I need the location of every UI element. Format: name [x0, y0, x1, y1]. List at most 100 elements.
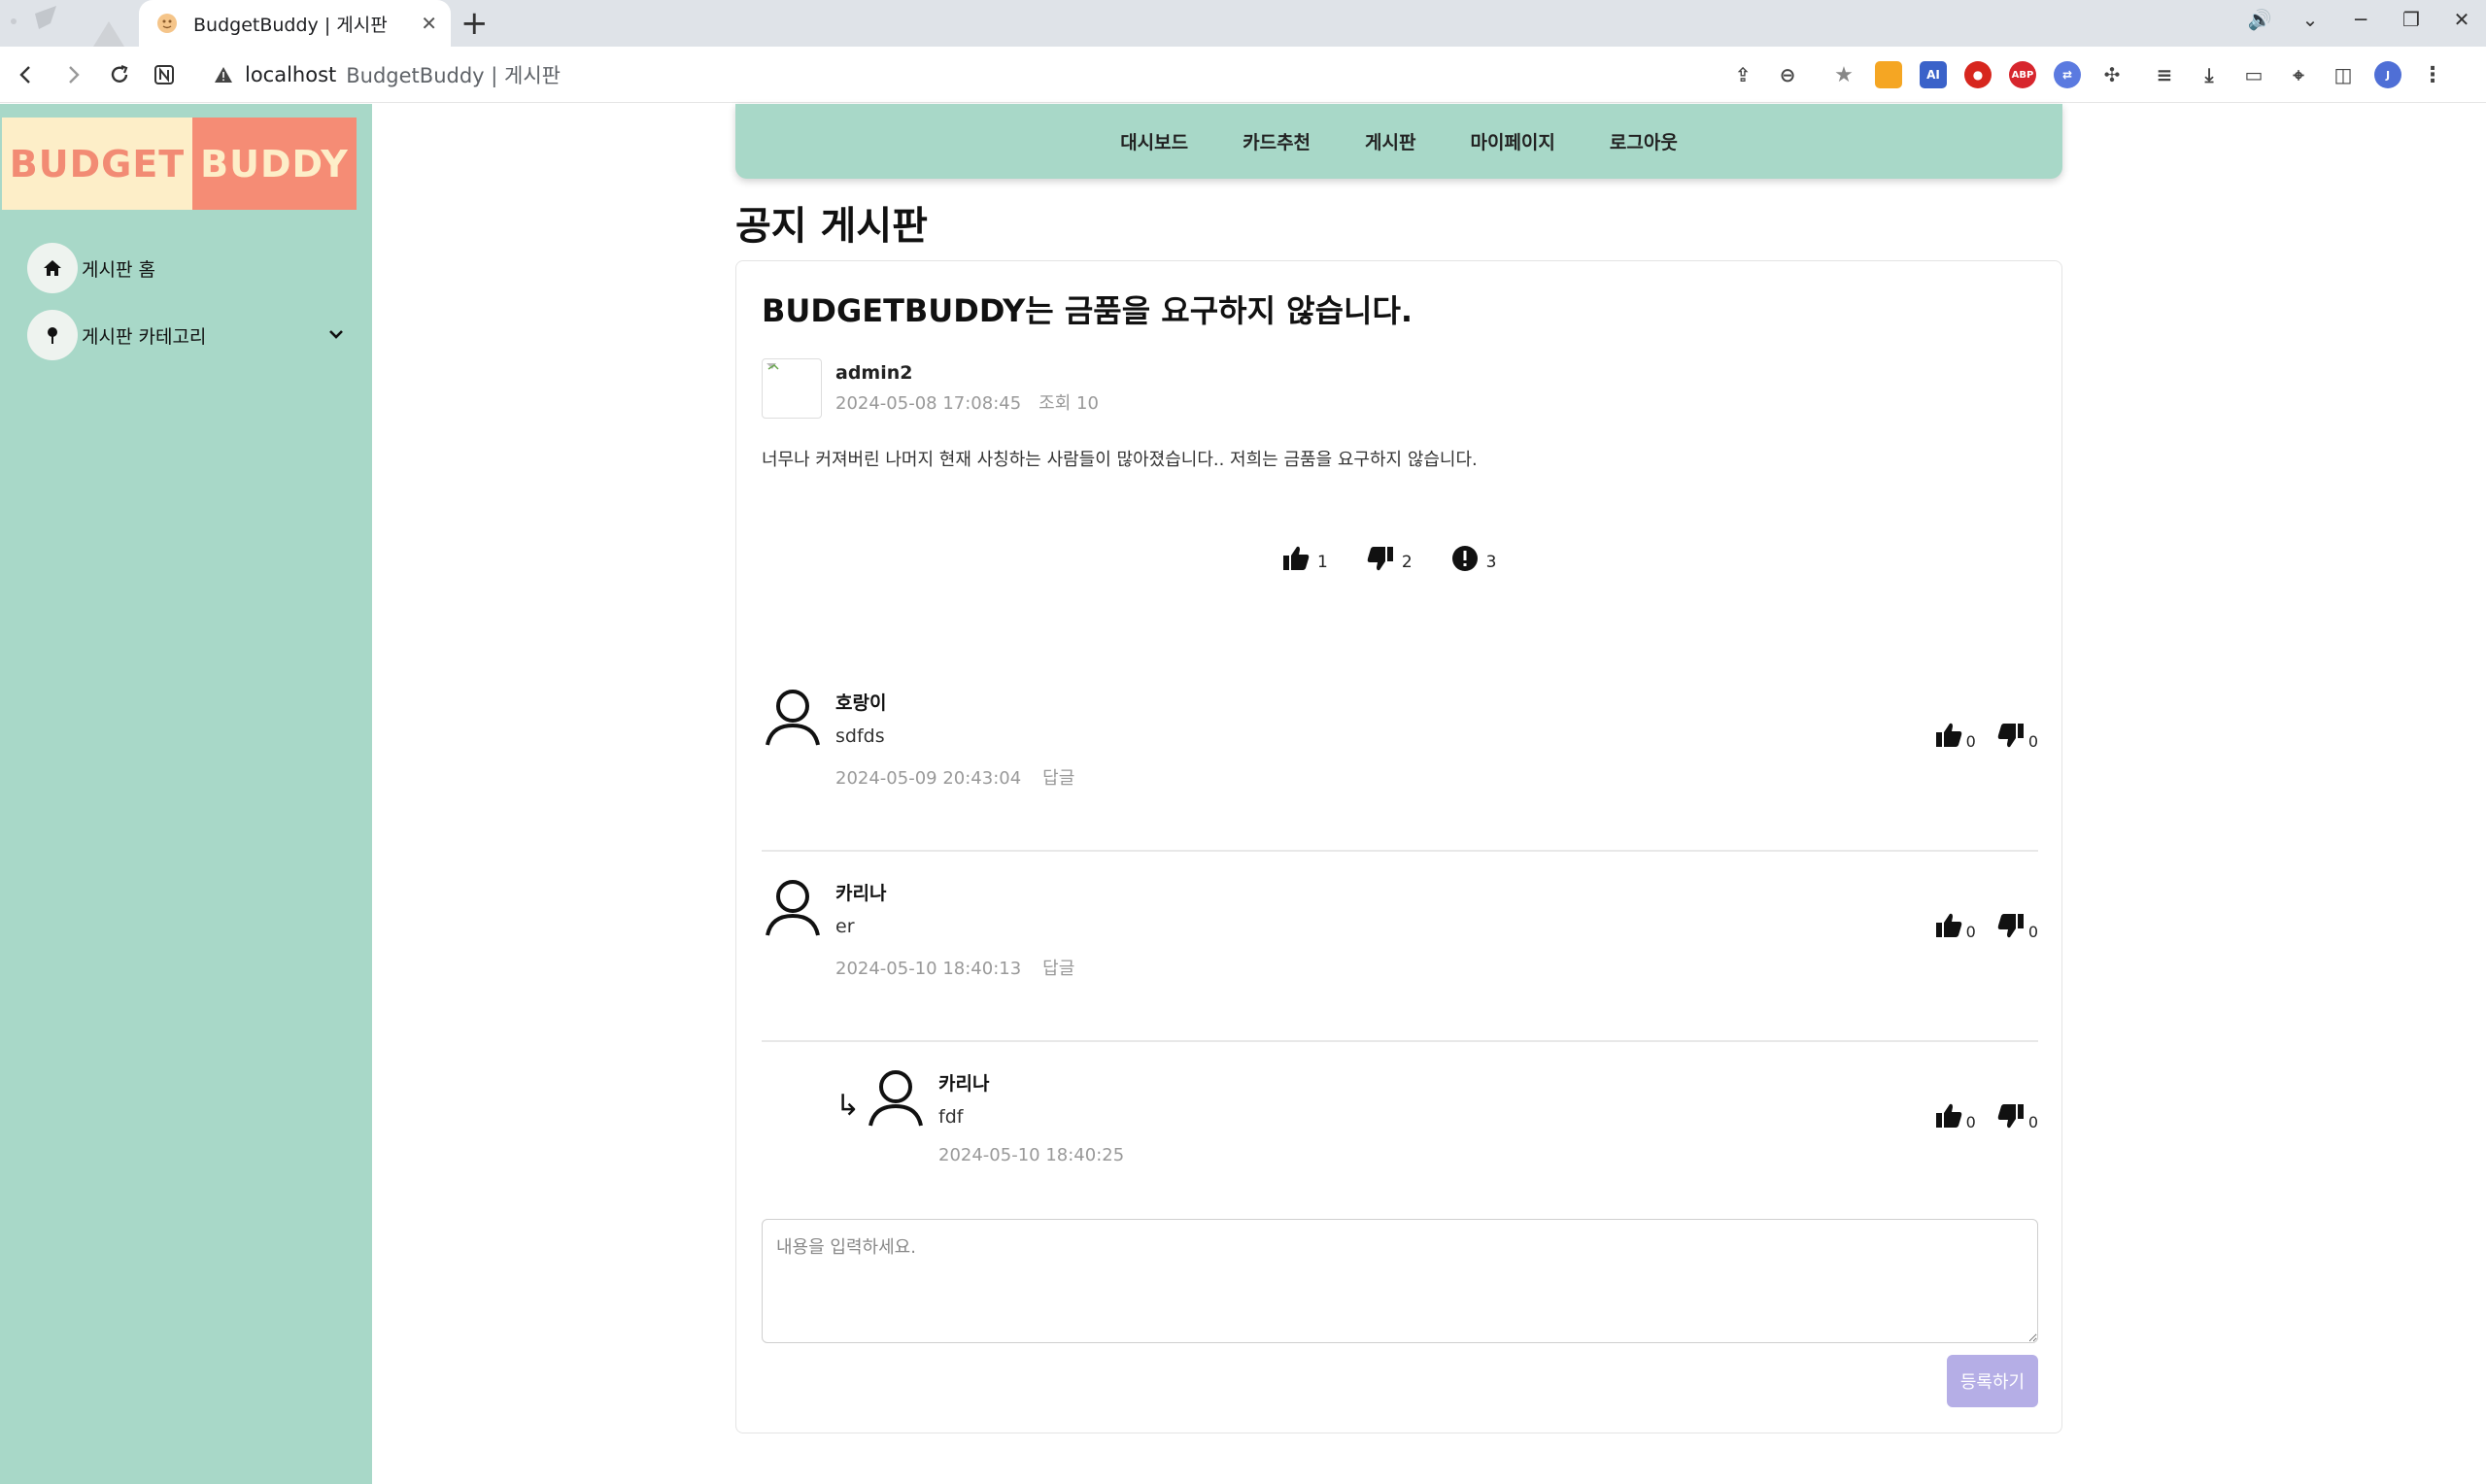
comment-like-button[interactable]: 0 [1933, 910, 1976, 941]
comment-item: 카리나 er 2024-05-10 18:40:13 답글 0 0 [762, 852, 2038, 1042]
comment-dislike-button[interactable]: 0 [1995, 1100, 2038, 1131]
bookmark-star-icon[interactable]: ★ [1830, 61, 1857, 88]
window-close-icon[interactable]: ✕ [2436, 8, 2486, 31]
post-dislike-button[interactable]: 2 [1365, 543, 1413, 574]
extensions-puzzle-icon[interactable]: ✣ [2098, 61, 2126, 88]
thumbs-up-icon [1935, 723, 1961, 747]
submit-comment-button[interactable]: 등록하기 [1947, 1355, 2038, 1407]
thumbs-down-icon [1997, 724, 2024, 748]
logo-budget: BUDGET [2, 118, 192, 210]
side-panel-icon[interactable]: ◫ [2330, 61, 2357, 88]
thumbs-up-icon [1283, 546, 1310, 570]
comment-date: 2024-05-09 20:43:04 [835, 768, 1022, 789]
url-host: localhost [245, 63, 337, 86]
comment-text: fdf [938, 1106, 964, 1128]
post-title: BUDGETBUDDY는 금품을 요구하지 않습니다. [762, 292, 1413, 329]
post-report-button[interactable]: 3 [1449, 543, 1496, 574]
back-icon[interactable] [10, 58, 43, 91]
comment-votes: 0 0 [1914, 910, 2038, 941]
sidebar-item-board-category[interactable]: 게시판 카테고리 [27, 309, 348, 361]
comment-like-button[interactable]: 0 [1933, 720, 1976, 751]
reply-link[interactable]: 답글 [1042, 959, 1074, 979]
browser-toolbar: localhost BudgetBuddy | 게시판 ⇪ ⊖ ★ AI ● A… [0, 47, 2486, 103]
post-card: BUDGETBUDDY는 금품을 요구하지 않습니다. admin2 2024-… [735, 260, 2062, 1433]
pin-icon [27, 310, 78, 360]
window-controls: 🔊 ⌄ ─ ❐ ✕ [2234, 0, 2486, 39]
comment-dislike-button[interactable]: 0 [1995, 720, 2038, 751]
post-date: 2024-05-08 17:08:45 [835, 393, 1022, 414]
speaker-icon[interactable]: 🔊 [2234, 8, 2285, 31]
site-info-icon[interactable] [214, 65, 233, 84]
profile-avatar-icon[interactable]: J [2374, 61, 2401, 88]
adblock-icon[interactable]: ABP [2009, 61, 2036, 88]
menu-kebab-icon[interactable]: ⋮ [2419, 61, 2446, 88]
comment-author: 카리나 [938, 1073, 990, 1095]
forward-icon[interactable] [56, 58, 89, 91]
screenshot-icon[interactable]: ⌖ [2285, 61, 2312, 88]
reply-arrow-icon: ↳ [835, 1089, 861, 1123]
comment-author: 호랑이 [835, 692, 887, 714]
post-reactions: 1 2 3 [1280, 543, 1533, 574]
tab-close-icon[interactable]: ✕ [421, 12, 437, 35]
tab-strip-decoration [11, 6, 124, 47]
zoom-out-icon[interactable]: ⊖ [1774, 61, 1801, 88]
home-icon [27, 243, 78, 293]
user-avatar-icon [868, 1070, 923, 1127]
broken-image-icon [766, 363, 779, 370]
logo-buddy: BUDDY [192, 118, 357, 210]
address-field[interactable]: localhost BudgetBuddy | 게시판 [194, 54, 1817, 95]
nav-dashboard[interactable]: 대시보드 [1120, 128, 1188, 154]
thumbs-down-icon [1997, 1104, 2024, 1129]
restore-icon[interactable]: ❐ [2386, 8, 2436, 31]
budgetbuddy-logo[interactable]: BUDGET BUDDY [2, 118, 357, 210]
nav-mypage[interactable]: 마이페이지 [1470, 128, 1554, 154]
extension-ai-icon[interactable]: AI [1920, 61, 1947, 88]
share-icon[interactable]: ⇪ [1729, 61, 1756, 88]
page-title: 공지 게시판 [735, 204, 928, 249]
comment-like-count: 0 [1965, 732, 1976, 751]
thumbs-down-icon [1367, 547, 1393, 571]
nav-card-recommend[interactable]: 카드추천 [1243, 128, 1311, 154]
comment-dislike-button[interactable]: 0 [1995, 910, 2038, 941]
comment-like-button[interactable]: 0 [1933, 1100, 1976, 1131]
url-page-title: BudgetBuddy | 게시판 [346, 64, 561, 87]
comment-text: sdfds [835, 725, 885, 747]
extension-red-icon[interactable]: ● [1964, 61, 1992, 88]
extension-sync-icon[interactable]: ⇄ [2054, 61, 2081, 88]
notion-extension-icon[interactable] [148, 58, 181, 91]
post-dislike-count: 2 [1401, 553, 1413, 572]
exclamation-circle-icon [1451, 546, 1478, 571]
comment-like-count: 0 [1965, 1113, 1976, 1131]
nav-logout[interactable]: 로그아웃 [1610, 128, 1678, 154]
comment-item: 호랑이 sdfds 2024-05-09 20:43:04 답글 0 0 [762, 661, 2038, 852]
nav-board[interactable]: 게시판 [1365, 128, 1415, 154]
minimize-icon[interactable]: ─ [2335, 8, 2386, 31]
download-icon[interactable]: ⤓ [2196, 61, 2223, 88]
sidebar-item-board-home[interactable]: 게시판 홈 [27, 242, 348, 294]
new-tab-icon[interactable]: + [460, 6, 489, 41]
tab-title: BudgetBuddy | 게시판 [193, 14, 388, 36]
extension-grid-icon[interactable] [1875, 61, 1902, 88]
post-meta: 2024-05-08 17:08:45 조회 10 [835, 389, 1099, 415]
comment-votes: 0 0 [1914, 720, 2038, 751]
thumbs-up-icon [1935, 913, 1961, 937]
comment-input[interactable] [762, 1219, 2038, 1343]
comment-votes: 0 0 [1914, 1100, 2038, 1131]
browser-tab-bar: BudgetBuddy | 게시판 ✕ + 🔊 ⌄ ─ ❐ ✕ [0, 0, 2486, 47]
comment-date: 2024-05-10 18:40:13 [835, 959, 1022, 979]
browser-tab-active[interactable]: BudgetBuddy | 게시판 ✕ [139, 0, 451, 47]
reload-icon[interactable] [103, 58, 136, 91]
budgetbuddy-favicon-icon [157, 14, 177, 33]
sidebar-item-label: 게시판 홈 [82, 258, 155, 281]
user-avatar-icon [766, 690, 820, 746]
chevron-down-icon[interactable] [324, 322, 348, 346]
reading-list-icon[interactable]: ≡ [2151, 61, 2178, 88]
author-avatar [762, 358, 822, 419]
comment-dislike-count: 0 [2027, 732, 2038, 751]
tab-search-chevron-icon[interactable]: ⌄ [2285, 8, 2335, 31]
post-like-count: 1 [1317, 553, 1328, 572]
post-like-button[interactable]: 1 [1280, 543, 1328, 574]
reply-link[interactable]: 답글 [1042, 768, 1074, 789]
comment-author: 카리나 [835, 883, 887, 904]
cast-icon[interactable]: ▭ [2240, 61, 2267, 88]
